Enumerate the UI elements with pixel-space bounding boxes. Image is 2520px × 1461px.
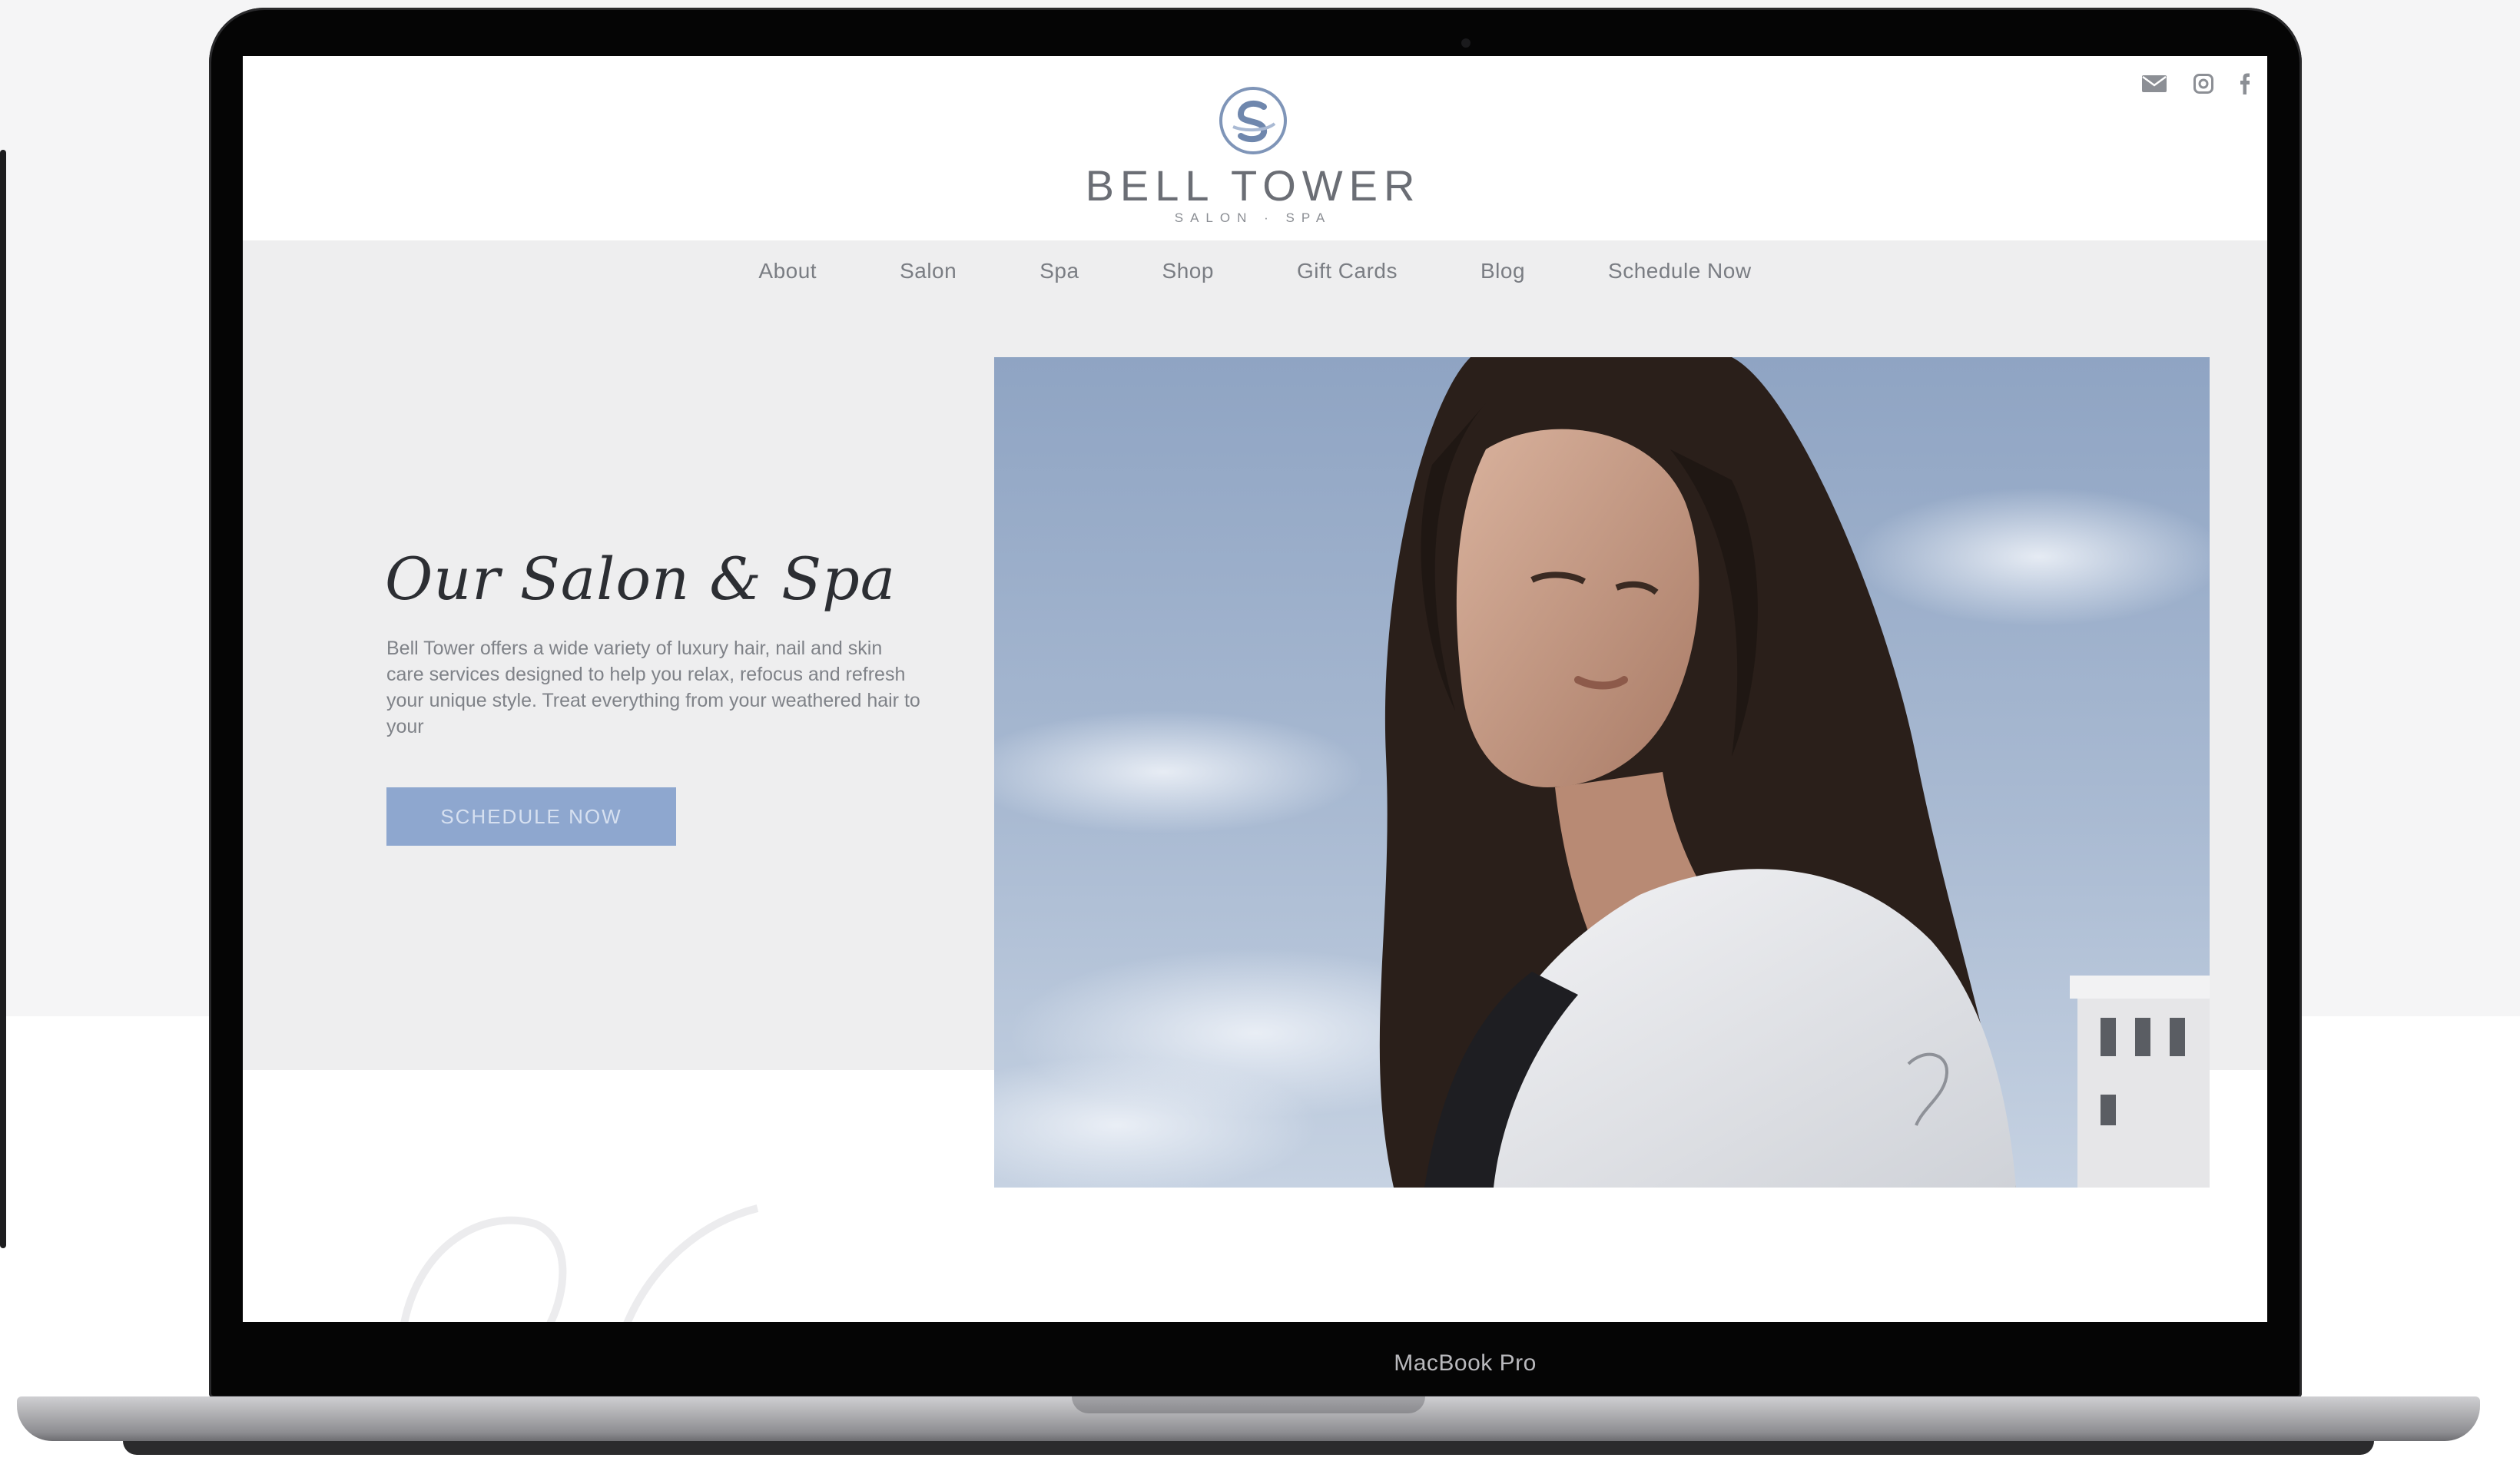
- camera-icon: [1461, 38, 1471, 48]
- nav-schedule-now[interactable]: Schedule Now: [1608, 259, 1752, 283]
- bell-tower-logo-icon: [1219, 87, 1287, 154]
- decorative-script-sketch: [400, 1204, 759, 1322]
- nav-salon[interactable]: Salon: [900, 259, 957, 283]
- hero-heading: Our Salon & Spa: [385, 545, 897, 613]
- brand-logo[interactable]: BELL TOWER SALON · SPA: [1073, 85, 1434, 226]
- adjacent-device-edge: [0, 150, 6, 1248]
- nav-shop[interactable]: Shop: [1162, 259, 1214, 283]
- instagram-icon[interactable]: [2193, 74, 2213, 97]
- social-links: [2141, 73, 2250, 98]
- brand-name: BELL TOWER: [1085, 161, 1421, 210]
- nav-spa[interactable]: Spa: [1040, 259, 1079, 283]
- hero-description: Bell Tower offers a wide variety of luxu…: [386, 638, 920, 737]
- nav-blog[interactable]: Blog: [1480, 259, 1525, 283]
- device-label: MacBook Pro: [1394, 1350, 1537, 1376]
- site-header: BELL TOWER SALON · SPA: [243, 56, 2267, 240]
- schedule-now-button[interactable]: SCHEDULE NOW: [386, 787, 676, 846]
- main-nav: About Salon Spa Shop Gift Cards Blog Sch…: [243, 240, 2267, 302]
- email-icon[interactable]: [2141, 75, 2167, 96]
- hero-image: [994, 357, 2210, 1188]
- laptop-screen: BELL TOWER SALON · SPA About Salon Spa S…: [243, 56, 2267, 1322]
- laptop-feet: [123, 1441, 2374, 1455]
- facebook-icon[interactable]: [2240, 73, 2250, 98]
- brand-subtitle: SALON · SPA: [1174, 210, 1332, 225]
- nav-gift-cards[interactable]: Gift Cards: [1297, 259, 1398, 283]
- laptop-hinge-notch: [1072, 1396, 1425, 1413]
- nav-about[interactable]: About: [758, 259, 817, 283]
- woman-portrait-illustration: [994, 357, 2210, 1188]
